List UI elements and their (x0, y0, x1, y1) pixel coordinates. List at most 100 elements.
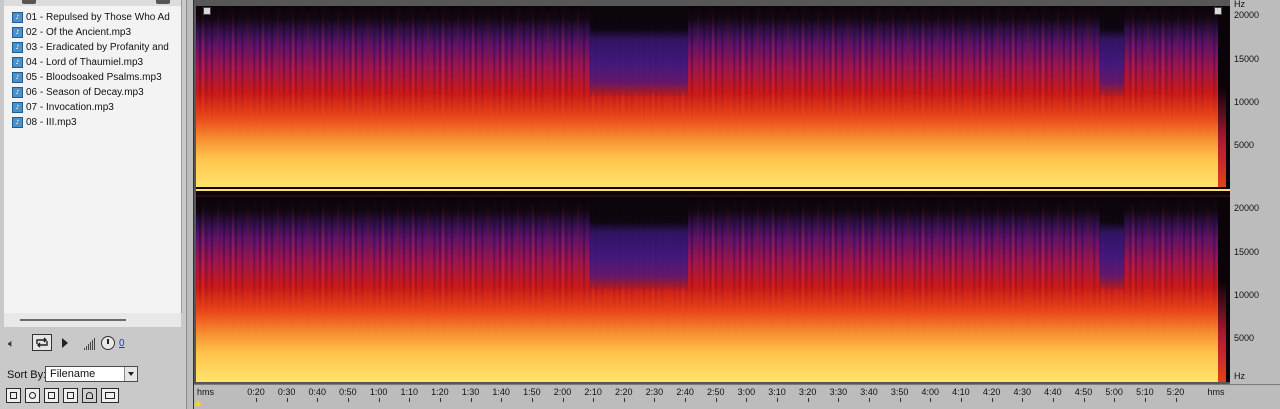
hz-unit-label-top: Hz (1234, 0, 1245, 9)
grid-view-icon (10, 392, 17, 399)
view-button-4[interactable] (63, 388, 78, 403)
hz-label-15000-ch2: 15000 (1234, 247, 1260, 257)
mp3-file-icon: ♪ (12, 87, 23, 98)
time-tick (470, 398, 472, 402)
view-button-1[interactable] (6, 388, 21, 403)
time-tick (317, 398, 319, 402)
file-item-06[interactable]: ♪ 06 - Season of Decay.mp3 (12, 85, 144, 100)
hz-label-20000-ch2: 20000 (1234, 203, 1260, 213)
options-button[interactable] (101, 388, 119, 403)
time-label: 1:10 (400, 387, 419, 397)
time-tick (1083, 398, 1085, 402)
file-item-05[interactable]: ♪ 05 - Bloodsoaked Psalms.mp3 (12, 70, 162, 85)
time-tick (1022, 398, 1024, 402)
quiet-passage-1 (590, 199, 688, 327)
time-tick (960, 398, 962, 402)
circle-view-icon (29, 392, 36, 399)
volume-bars-icon (84, 338, 98, 350)
time-label: 4:10 (952, 387, 970, 397)
quiet-passage-2 (1100, 199, 1124, 327)
time-tick (378, 398, 380, 402)
mp3-file-icon: ♪ (12, 57, 23, 68)
time-tick (1144, 398, 1146, 402)
file-item-01[interactable]: ♪ 01 - Repulsed by Those Who Ad (12, 10, 170, 25)
spectrogram-view[interactable]: Hz 20000 15000 10000 5000 20000 15000 10… (194, 0, 1280, 409)
panel-splitter[interactable] (186, 0, 194, 409)
time-tick (991, 398, 993, 402)
time-label: 2:30 (645, 387, 664, 397)
time-label: 4:20 (982, 387, 1001, 397)
time-tick (1114, 398, 1116, 402)
hz-unit-label-bottom: Hz (1234, 371, 1245, 381)
loop-icon (36, 337, 48, 348)
mp3-file-icon: ♪ (12, 27, 23, 38)
frequency-ruler: Hz 20000 15000 10000 5000 20000 15000 10… (1230, 0, 1280, 384)
time-label: 5:20 (1166, 387, 1185, 397)
time-tick (838, 398, 840, 402)
time-tick (777, 398, 779, 402)
time-label: 2:00 (553, 387, 572, 397)
view-button-2[interactable] (25, 388, 40, 403)
file-item-03[interactable]: ♪ 03 - Eradicated by Profanity and (12, 40, 169, 55)
sort-by-selected-value: Filename (50, 368, 96, 380)
loop-button[interactable] (32, 334, 52, 351)
time-label: 5:00 (1105, 387, 1123, 397)
time-tick (899, 398, 901, 402)
header-tab-right (156, 0, 170, 4)
time-tick (347, 398, 349, 402)
time-label: 1:00 (369, 387, 388, 397)
speaker-icon[interactable]: 🔈︎ (8, 337, 15, 351)
time-tick (1052, 398, 1054, 402)
hz-label-20000: 20000 (1234, 10, 1260, 20)
selection-handle-right[interactable] (1214, 7, 1222, 15)
volume-value[interactable]: 0 (119, 338, 125, 349)
chevron-down-icon[interactable] (124, 367, 137, 381)
file-item-04[interactable]: ♪ 04 - Lord of Thaumiel.mp3 (12, 55, 143, 70)
time-tick (715, 398, 717, 402)
time-label: 3:30 (829, 387, 848, 397)
time-start-label: hms (197, 387, 215, 397)
time-tick (869, 398, 870, 402)
spectrogram-channel-left[interactable] (196, 6, 1230, 187)
file-item-08[interactable]: ♪ 08 - III.mp3 (12, 115, 77, 130)
time-label: 3:10 (768, 387, 786, 397)
time-tick (593, 398, 595, 402)
time-ruler[interactable]: hms 0:20 0:30 0:40 0:50 1:00 1:10 1:20 1:30 1:40… (194, 384, 1280, 409)
volume-knob[interactable] (101, 336, 115, 350)
sort-by-select[interactable]: Filename (45, 366, 138, 382)
time-label: 0:40 (308, 387, 327, 397)
time-label: 1:40 (492, 387, 510, 397)
time-tick (531, 398, 533, 402)
file-item-07[interactable]: ♪ 07 - Invocation.mp3 (12, 100, 114, 115)
time-tick (286, 398, 288, 402)
play-button[interactable] (62, 338, 68, 348)
time-label: 1:20 (431, 387, 449, 397)
time-label: 1:30 (461, 387, 480, 397)
time-label: 2:20 (615, 387, 633, 397)
view-button-3[interactable] (44, 388, 59, 403)
file-item-02[interactable]: ♪ 02 - Of the Ancient.mp3 (12, 25, 131, 40)
time-label: 4:00 (921, 387, 940, 397)
spectrogram-highlights (196, 6, 1226, 187)
scrollbar-thumb[interactable] (20, 319, 126, 321)
mp3-file-icon: ♪ (12, 12, 23, 23)
time-label: 0:30 (277, 387, 296, 397)
mp3-file-icon: ♪ (12, 102, 23, 113)
selection-handle-left[interactable] (203, 7, 211, 15)
file-list[interactable]: ♪ 01 - Repulsed by Those Who Ad ♪ 02 - Of … (4, 0, 182, 313)
time-tick (409, 398, 411, 402)
channel-divider (196, 187, 1230, 199)
time-label: 0:50 (339, 387, 357, 397)
file-list-horizontal-scrollbar[interactable] (4, 313, 181, 327)
options-icon (105, 392, 115, 399)
sort-by-label: Sort By: (7, 369, 47, 381)
time-tick (562, 398, 564, 402)
playhead-marker[interactable] (194, 400, 202, 406)
filter-button[interactable] (82, 388, 97, 403)
spectrogram-channel-right[interactable] (196, 199, 1230, 382)
time-label: 4:30 (1013, 387, 1032, 397)
time-label: 0:20 (247, 387, 265, 397)
list-header-strip (4, 0, 181, 6)
hz-label-5000-ch2: 5000 (1234, 333, 1255, 343)
mp3-file-icon: ♪ (12, 42, 23, 53)
